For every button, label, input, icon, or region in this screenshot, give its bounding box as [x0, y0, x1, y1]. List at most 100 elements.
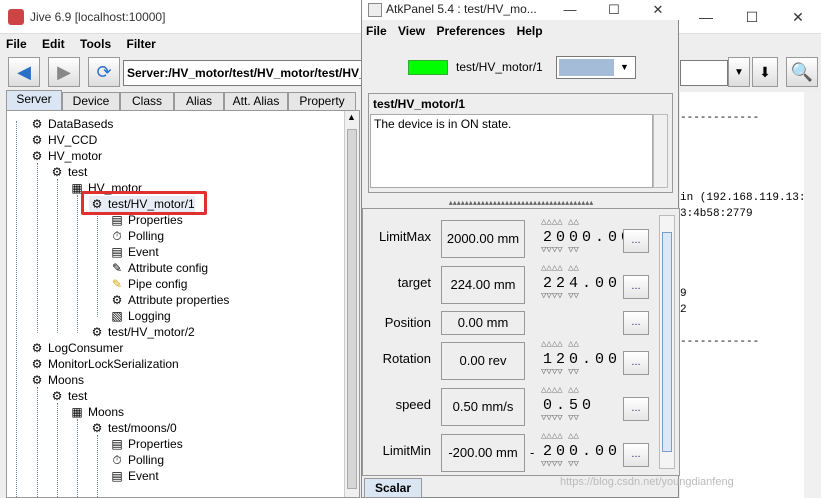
console-line: ------------	[680, 112, 760, 124]
atk-panel-window: AtkPanel 5.4 : test/HV_mo... — ☐ ✕ File …	[361, 0, 680, 498]
state-indicator	[408, 60, 448, 75]
wheel-down-arrows[interactable]: ▽▽▽▽ ▽▽	[541, 245, 579, 255]
console-output: ------------ in (192.168.119.13: 3:4b58:…	[680, 92, 821, 498]
attribute-row-limitmin: LimitMin -200.00 mm - △△△△ △△ 200.00 ▽▽▽…	[363, 431, 663, 472]
console-line: 3:4b58:2779	[680, 208, 753, 220]
minimize-button[interactable]: —	[683, 0, 729, 34]
scroll-up-icon[interactable]: ▲	[347, 112, 356, 122]
tree-node[interactable]: ⏱ Polling	[109, 228, 164, 244]
search-button[interactable]: 🔍	[786, 57, 818, 87]
tree-scrollbar[interactable]: ▲	[344, 111, 359, 497]
tree-node[interactable]: ▤ Event	[109, 468, 158, 484]
console-line: 2	[680, 304, 687, 316]
tree-node[interactable]: ✎ Pipe config	[109, 276, 187, 292]
wheel-up-arrows[interactable]: △△△△ △△	[541, 263, 621, 273]
scalar-scroll-thumb[interactable]	[662, 232, 672, 452]
more-button[interactable]: ...	[623, 275, 649, 299]
close-button[interactable]: ✕	[775, 0, 821, 34]
tree-node[interactable]: ▤ Properties	[109, 436, 182, 452]
scalar-scrollbar[interactable]	[659, 215, 675, 469]
tree-node[interactable]: ▧ Logging	[109, 308, 170, 324]
address-field[interactable]: Server:/HV_motor/test/HV_motor/test/HV_	[123, 60, 363, 86]
tab-server[interactable]: Server	[6, 90, 62, 111]
menu-tools[interactable]: Tools	[74, 34, 117, 54]
tree-node[interactable]: ⚙ LogConsumer	[29, 340, 124, 356]
wheel-digits: 2000.00	[543, 229, 635, 246]
number-wheel[interactable]: △△△△ △△ 0.50 ▽▽▽▽ ▽▽	[541, 385, 621, 425]
attribute-value: 2000.00 mm	[441, 220, 525, 258]
more-button[interactable]: ...	[623, 229, 649, 253]
address-field-right[interactable]	[680, 60, 728, 86]
atk-menu-file[interactable]: File	[362, 22, 391, 40]
atk-menu-help[interactable]: Help	[513, 22, 547, 40]
more-button[interactable]: ...	[623, 397, 649, 421]
tree-node[interactable]: ⚙ Moons	[29, 372, 84, 388]
device-tree[interactable]: ⚙ DataBaseds ⚙ HV_CCD ⚙ HV_motor ⚙ test ▦ HV_…	[6, 110, 360, 498]
menu-edit[interactable]: Edit	[36, 34, 71, 54]
tree-node[interactable]: ⚙ Attribute properties	[109, 292, 230, 308]
tree-node[interactable]: ⏱ Polling	[109, 452, 164, 468]
attribute-value: 224.00 mm	[441, 266, 525, 304]
chevron-down-icon[interactable]: ▼	[616, 59, 633, 76]
wheel-up-arrows[interactable]: △△△△ △△	[541, 339, 621, 349]
atk-menu-view[interactable]: View	[394, 22, 429, 40]
more-button[interactable]: ...	[623, 351, 649, 375]
status-panel: test/HV_motor/1 The device is in ON stat…	[368, 93, 673, 193]
maximize-button[interactable]: ☐	[729, 0, 775, 34]
back-button[interactable]: ◀	[8, 57, 40, 87]
atk-close-button[interactable]: ✕	[636, 0, 680, 20]
highlight-box	[81, 191, 207, 215]
status-scrollbar[interactable]	[653, 114, 668, 188]
tree-node[interactable]: ⚙ DataBaseds	[29, 116, 114, 132]
tree-node[interactable]: ⚙ test	[49, 388, 88, 404]
atk-menu-preferences[interactable]: Preferences	[433, 22, 510, 40]
download-button[interactable]: ⬇	[752, 57, 778, 87]
tab-att-alias[interactable]: Att. Alias	[224, 92, 288, 111]
tree-node[interactable]: ✎ Attribute config	[109, 260, 208, 276]
tree-node[interactable]: ▤ Event	[109, 244, 158, 260]
tree-line	[57, 179, 58, 333]
wheel-up-arrows[interactable]: △△△△ △△	[541, 217, 621, 227]
jive-title: Jive 6.9 [localhost:10000]	[30, 10, 166, 24]
address-dropdown-button[interactable]: ▼	[728, 57, 750, 87]
tree-node[interactable]: ⚙ HV_motor	[29, 148, 102, 164]
forward-button[interactable]: ▶	[48, 57, 80, 87]
refresh-button[interactable]: ⟳	[88, 57, 120, 87]
tree-node[interactable]: ⚙ test/HV_motor/2	[89, 324, 195, 340]
wheel-down-arrows[interactable]: ▽▽▽▽ ▽▽	[541, 291, 579, 301]
wheel-up-arrows[interactable]: △△△△ △△	[541, 385, 621, 395]
console-scrollbar[interactable]	[804, 92, 821, 498]
number-wheel[interactable]: △△△△ △△ 120.00 ▽▽▽▽ ▽▽	[541, 339, 621, 379]
tree-node[interactable]: ▦ Moons	[69, 404, 124, 420]
tree-scroll-thumb[interactable]	[347, 129, 357, 489]
tab-device[interactable]: Device	[62, 92, 120, 111]
tree-line	[57, 403, 58, 497]
atk-menubar: File View Preferences Help	[362, 22, 680, 42]
tree-node[interactable]: ⚙ test	[49, 164, 88, 180]
atk-minimize-button[interactable]: —	[548, 0, 592, 20]
wheel-down-arrows[interactable]: ▽▽▽▽ ▽▽	[541, 367, 579, 377]
wheel-down-arrows[interactable]: ▽▽▽▽ ▽▽	[541, 459, 579, 469]
atk-maximize-button[interactable]: ☐	[592, 0, 636, 20]
tab-alias[interactable]: Alias	[174, 92, 224, 111]
split-handle[interactable]: ▴▴▴▴▴▴▴▴▴▴▴▴▴▴▴▴▴▴▴▴▴▴▴▴▴▴▴▴▴▴▴▴▴▴▴▴	[362, 199, 680, 207]
number-wheel[interactable]: △△△△ △△ 2000.00 ▽▽▽▽ ▽▽	[541, 217, 630, 257]
wheel-up-arrows[interactable]: △△△△ △△	[541, 431, 621, 441]
menu-filter[interactable]: Filter	[120, 34, 161, 54]
atk-titlebar: AtkPanel 5.4 : test/HV_mo... — ☐ ✕	[362, 0, 680, 20]
tree-line	[97, 435, 98, 497]
tab-property[interactable]: Property	[288, 92, 356, 111]
more-button[interactable]: ...	[623, 311, 649, 335]
wheel-down-arrows[interactable]: ▽▽▽▽ ▽▽	[541, 413, 579, 423]
command-combo[interactable]: ▼	[556, 56, 636, 79]
more-button[interactable]: ...	[623, 443, 649, 467]
tab-class[interactable]: Class	[120, 92, 174, 111]
number-wheel[interactable]: △△△△ △△ 200.00 ▽▽▽▽ ▽▽	[541, 431, 621, 471]
number-wheel[interactable]: △△△△ △△ 224.00 ▽▽▽▽ ▽▽	[541, 263, 621, 303]
tab-scalar[interactable]: Scalar	[364, 478, 422, 498]
tree-node[interactable]: ⚙ HV_CCD	[29, 132, 98, 148]
attribute-row-target: target 224.00 mm △△△△ △△ 224.00 ▽▽▽▽ ▽▽ …	[363, 263, 663, 304]
tree-node[interactable]: ⚙ MonitorLockSerialization	[29, 356, 179, 372]
menu-file[interactable]: File	[0, 34, 33, 54]
tree-node[interactable]: ⚙ test/moons/0	[89, 420, 177, 436]
